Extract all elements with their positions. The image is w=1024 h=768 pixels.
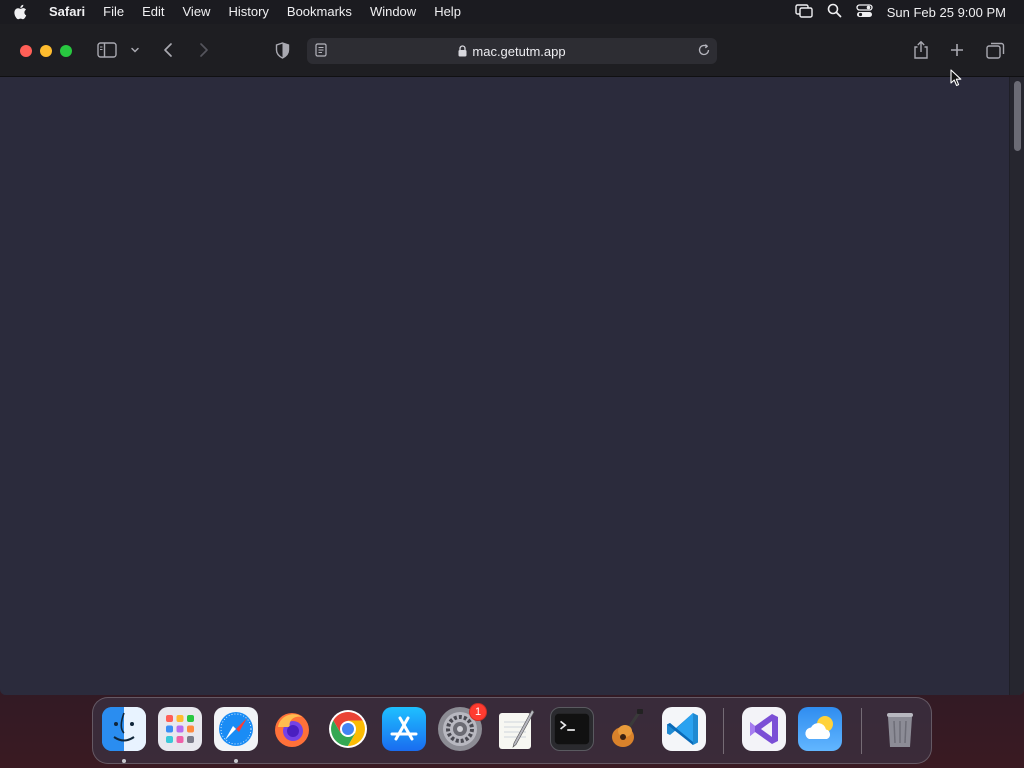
menu-app-name[interactable]: Safari: [40, 0, 94, 24]
textedit-icon[interactable]: [494, 707, 538, 751]
menubar-clock[interactable]: Sun Feb 25 9:00 PM: [887, 5, 1006, 20]
share-icon[interactable]: [912, 40, 930, 60]
forward-button-icon[interactable]: [198, 42, 210, 58]
running-indicator: [122, 759, 126, 763]
finder-icon[interactable]: [102, 707, 146, 751]
menu-bar: Safari File Edit View History Bookmarks …: [0, 0, 1024, 24]
control-center-icon[interactable]: [856, 3, 873, 21]
menu-window[interactable]: Window: [361, 0, 425, 24]
tab-overview-icon[interactable]: [986, 42, 1005, 59]
web-content-area[interactable]: [0, 77, 1024, 695]
dock: 1: [92, 697, 932, 764]
back-button-icon[interactable]: [162, 42, 174, 58]
menu-help[interactable]: Help: [425, 0, 470, 24]
screen-mirroring-icon[interactable]: [795, 3, 813, 21]
apple-menu-icon[interactable]: [0, 4, 40, 20]
mouse-cursor-icon: [950, 69, 962, 92]
window-maximize-button[interactable]: [60, 45, 72, 57]
weather-icon[interactable]: [798, 707, 842, 751]
new-tab-icon[interactable]: [949, 42, 965, 58]
visual-studio-icon[interactable]: [742, 707, 786, 751]
app-store-icon[interactable]: [382, 707, 426, 751]
sidebar-toggle-icon[interactable]: [97, 42, 117, 58]
safari-toolbar: mac.getutm.app: [0, 24, 1024, 77]
lock-icon: [458, 45, 467, 57]
reader-view-icon[interactable]: [315, 43, 327, 60]
trash-icon[interactable]: [878, 707, 922, 751]
url-text: mac.getutm.app: [472, 43, 566, 59]
address-bar[interactable]: mac.getutm.app: [307, 38, 717, 64]
window-minimize-button[interactable]: [40, 45, 52, 57]
chevron-down-icon[interactable]: [130, 46, 140, 54]
vertical-scrollbar[interactable]: [1009, 77, 1024, 695]
notification-badge: 1: [469, 703, 487, 721]
menu-file[interactable]: File: [94, 0, 133, 24]
garageband-icon[interactable]: [606, 707, 650, 751]
safari-icon[interactable]: [214, 707, 258, 751]
reload-icon[interactable]: [697, 43, 711, 60]
terminal-icon[interactable]: [550, 707, 594, 751]
menu-view[interactable]: View: [174, 0, 220, 24]
firefox-icon[interactable]: [270, 707, 314, 751]
privacy-shield-icon[interactable]: [275, 42, 290, 59]
menu-edit[interactable]: Edit: [133, 0, 173, 24]
window-close-button[interactable]: [20, 45, 32, 57]
vscode-icon[interactable]: [662, 707, 706, 751]
dock-separator: [723, 708, 724, 754]
running-indicator: [234, 759, 238, 763]
menu-bookmarks[interactable]: Bookmarks: [278, 0, 361, 24]
dock-separator: [861, 708, 862, 754]
safari-window: mac.getutm.app: [0, 24, 1024, 695]
menu-history[interactable]: History: [219, 0, 277, 24]
scrollbar-thumb[interactable]: [1014, 81, 1021, 151]
launchpad-icon[interactable]: [158, 707, 202, 751]
spotlight-search-icon[interactable]: [827, 3, 842, 21]
chrome-icon[interactable]: [326, 707, 370, 751]
